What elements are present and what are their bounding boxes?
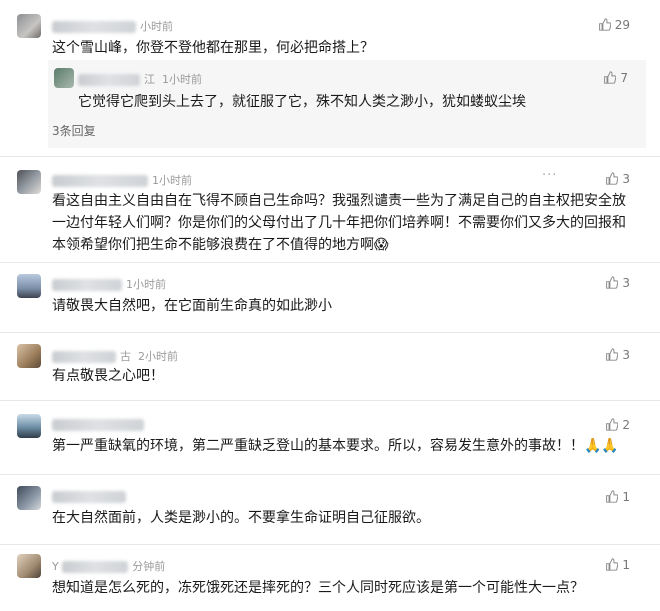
like-count: 3 <box>622 348 630 362</box>
thumbs-up-icon <box>606 558 619 571</box>
comment-meta: 小时前 <box>52 18 173 34</box>
comment-time: 分钟前 <box>132 560 166 573</box>
comment-text: 有点敬畏之心吧！ <box>52 368 164 384</box>
like-button[interactable]: 3 <box>605 276 630 290</box>
like-count: 29 <box>614 18 630 32</box>
avatar[interactable] <box>17 344 41 368</box>
thumbs-up-icon <box>606 418 619 431</box>
like-count: 2 <box>622 418 630 432</box>
thumbs-up-icon <box>606 490 619 503</box>
comment-meta: 古 2小时前 <box>52 348 178 364</box>
divider <box>0 400 660 401</box>
comment-time: 1小时前 <box>126 278 166 291</box>
like-button[interactable]: 1 <box>605 558 630 572</box>
like-count: 3 <box>622 172 630 186</box>
like-button[interactable]: 7 <box>603 71 628 85</box>
avatar[interactable] <box>54 68 74 88</box>
like-count: 7 <box>620 71 628 85</box>
reply-thread: 江 1小时前 7 它觉得它爬到头上去了，就征服了它，殊不知人类之渺小，犹如蝼蚁尘… <box>48 60 646 148</box>
comment-time: 1小时前 <box>152 174 192 187</box>
like-count: 1 <box>622 490 630 504</box>
like-count: 3 <box>622 276 630 290</box>
like-button[interactable]: 29 <box>598 18 630 32</box>
divider <box>0 262 660 263</box>
avatar[interactable] <box>17 414 41 438</box>
reply-meta: 江 1小时前 <box>78 71 202 87</box>
comment-feed: 小时前 29 这个雪山峰，你登不登他都在那里，何必把命搭上？ 江 1小时前 7 … <box>0 0 660 611</box>
comment-text: 看这自由主义自由自在飞得不顾自己生命吗？我强烈谴责一些为了满足自己的自主权把安全… <box>52 193 626 253</box>
comment-text: 想知道是怎么死的，冻死饿死还是摔死的？三个人同时死应该是第一个可能性大一点？ <box>52 580 584 596</box>
thumbs-up-icon <box>606 276 619 289</box>
reply-author-fragment: 江 <box>144 73 155 86</box>
comment-text: 这个雪山峰，你登不登他都在那里，何必把命搭上？ <box>52 40 374 56</box>
comment-text: 请敬畏大自然吧，在它面前生命真的如此渺小 <box>52 298 332 314</box>
divider <box>0 332 660 333</box>
avatar[interactable] <box>17 486 41 510</box>
comment-time: 小时前 <box>140 20 173 33</box>
comment-meta: 1小时前 <box>52 276 166 292</box>
view-replies-link[interactable]: 3条回复 <box>52 122 96 139</box>
avatar[interactable] <box>17 274 41 298</box>
divider <box>0 156 660 157</box>
thumbs-up-icon <box>606 172 619 185</box>
comment-meta <box>52 490 130 503</box>
comment-meta: Y 分钟前 <box>52 558 165 574</box>
comment-meta <box>52 418 148 431</box>
like-count: 1 <box>622 558 630 572</box>
divider <box>0 544 660 545</box>
comment-text: 在大自然面前，人类是渺小的。不要拿生命证明自己征服欲。 <box>52 510 430 526</box>
thumbs-up-icon <box>598 18 612 31</box>
comment-time: 2小时前 <box>138 350 178 363</box>
avatar[interactable] <box>17 14 41 38</box>
comment-author-fragment: 古 <box>120 350 131 363</box>
comment-text: 第一严重缺氧的环境，第二严重缺乏登山的基本要求。所以，容易发生意外的事故！！🙏🙏 <box>52 438 619 454</box>
more-options-button[interactable]: ··· <box>542 168 557 183</box>
comment-meta: 1小时前 <box>52 172 192 188</box>
thumbs-up-icon <box>606 348 619 361</box>
comment-author-fragment: Y <box>52 560 59 573</box>
like-button[interactable]: 1 <box>605 490 630 504</box>
divider <box>0 474 660 475</box>
avatar[interactable] <box>17 170 41 194</box>
reply-text: 它觉得它爬到头上去了，就征服了它，殊不知人类之渺小，犹如蝼蚁尘埃 <box>78 94 526 110</box>
like-button[interactable]: 3 <box>605 172 630 186</box>
avatar[interactable] <box>17 554 41 578</box>
thumbs-up-icon <box>604 71 617 84</box>
reply-time: 1小时前 <box>162 73 202 86</box>
like-button[interactable]: 3 <box>605 348 630 362</box>
like-button[interactable]: 2 <box>605 418 630 432</box>
